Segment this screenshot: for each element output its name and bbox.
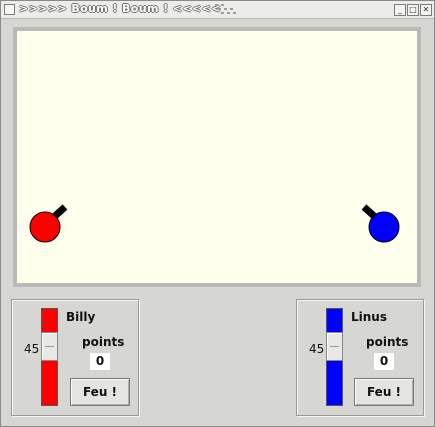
battlefield-canvas[interactable] xyxy=(17,31,417,283)
angle-slider-thumb-linus[interactable] xyxy=(326,332,343,361)
window-menu-icon[interactable] xyxy=(4,4,15,15)
player-name-linus: Linus xyxy=(351,310,387,324)
player-panel-billy: 45 Billy points 0 Feu ! xyxy=(11,299,139,416)
angle-slider-billy[interactable] xyxy=(41,308,58,406)
cannon-linus xyxy=(361,204,400,243)
cannon-base-linus xyxy=(368,211,400,243)
angle-value-linus: 45 xyxy=(309,342,325,356)
points-label-linus: points xyxy=(366,335,409,349)
cannon-base-billy xyxy=(29,211,61,243)
window-title: >>>>> Boum ! Boum ! <<<<< xyxy=(19,2,221,15)
score-linus: 0 xyxy=(374,353,394,370)
maximize-button[interactable]: □ xyxy=(407,4,419,16)
battlefield-svg xyxy=(29,204,400,243)
angle-slider-thumb-billy[interactable] xyxy=(41,332,58,361)
angle-value-billy: 45 xyxy=(24,342,40,356)
player-name-billy: Billy xyxy=(66,310,96,324)
player-panel-linus: 45 Linus points 0 Feu ! xyxy=(296,299,424,416)
close-button[interactable]: ✕ xyxy=(420,4,432,16)
title-bar[interactable]: >>>>> Boum ! Boum ! <<<<< _ □ ✕ xyxy=(1,1,434,19)
score-billy: 0 xyxy=(90,353,110,370)
points-label-billy: points xyxy=(82,335,125,349)
title-grip xyxy=(215,3,239,16)
minimize-button[interactable]: _ xyxy=(394,4,406,16)
cannon-billy xyxy=(29,204,68,243)
battlefield-frame xyxy=(13,27,421,287)
fire-button-linus[interactable]: Feu ! xyxy=(354,378,414,406)
angle-slider-linus[interactable] xyxy=(326,308,343,406)
app-window: >>>>> Boum ! Boum ! <<<<< _ □ ✕ 45 Billy… xyxy=(0,0,435,427)
fire-button-billy[interactable]: Feu ! xyxy=(70,378,130,406)
